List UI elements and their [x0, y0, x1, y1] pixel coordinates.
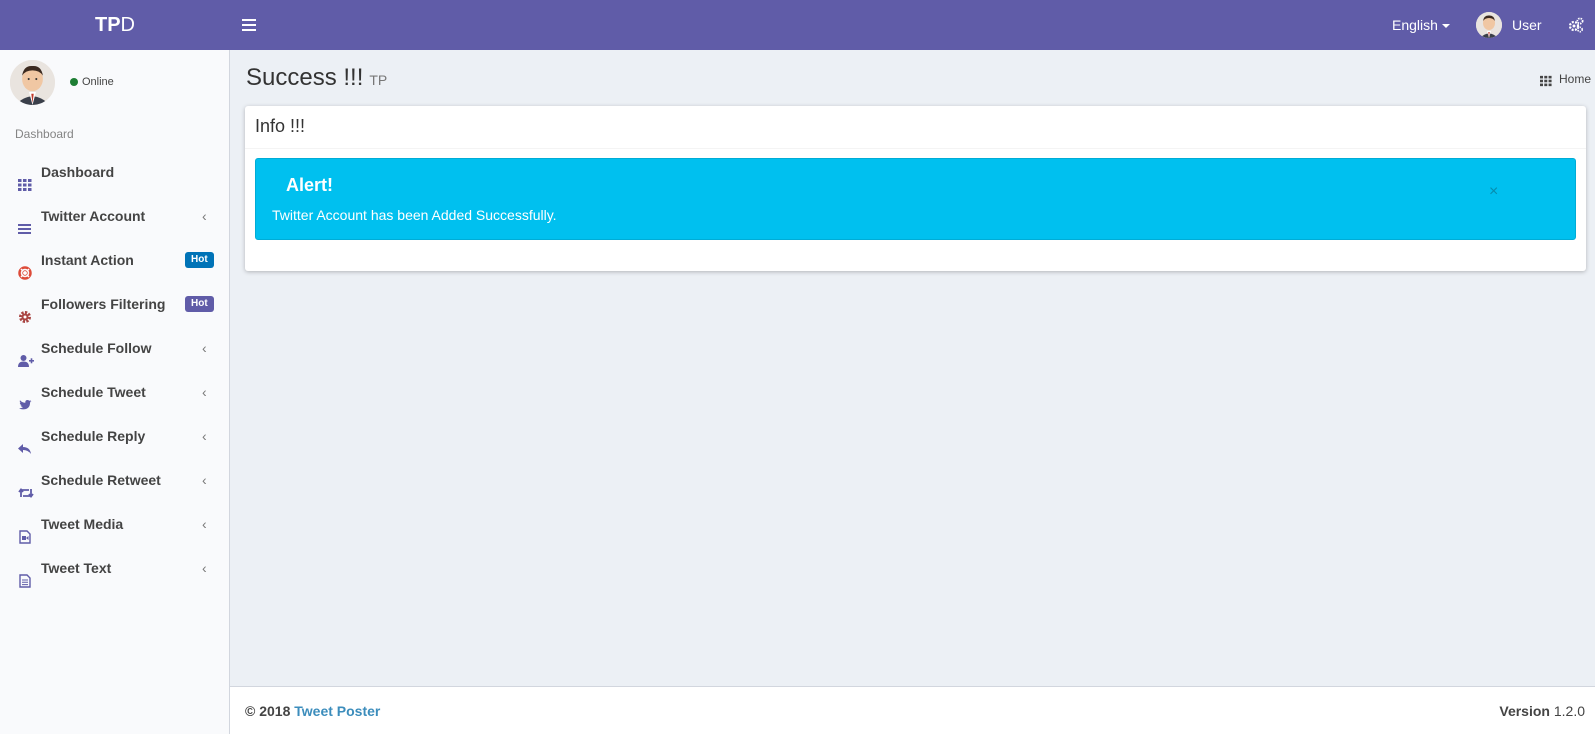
sidebar-item-label: Instant Action: [41, 252, 134, 268]
page-title: Success !!!: [246, 64, 364, 91]
user-name: User: [1512, 17, 1542, 33]
main-header: TPD English User: [0, 0, 1595, 50]
chevron-left-icon: ‹: [202, 384, 207, 400]
version-info: Version 1.2.0: [1499, 703, 1585, 719]
sidebar-item-label: Tweet Text: [41, 560, 112, 576]
brand-link[interactable]: Tweet Poster: [294, 703, 380, 719]
online-status: Online: [70, 76, 114, 88]
sidebar-item-label: Twitter Account: [41, 208, 146, 224]
version-label: Version: [1499, 703, 1550, 719]
sidebar-item-tweet-media[interactable]: Tweet Media ‹: [0, 502, 229, 546]
box-title: Info !!!: [255, 116, 306, 136]
logo[interactable]: TPD: [0, 0, 230, 50]
gear-icon: [18, 297, 32, 323]
sidebar-avatar: [10, 60, 55, 105]
online-dot-icon: [70, 78, 78, 86]
settings-gears-icon[interactable]: [1568, 17, 1584, 33]
grid-icon: [18, 165, 32, 191]
content-header: Success !!! TP: [246, 64, 387, 92]
sidebar-item-label: Schedule Follow: [41, 340, 152, 356]
sidebar-item-twitter-account[interactable]: Twitter Account ‹: [0, 194, 229, 238]
sidebar-item-instant-action[interactable]: Instant Action Hot: [0, 238, 229, 282]
dashboard-grid-icon: [1540, 74, 1552, 87]
user-avatar: [1476, 12, 1502, 38]
box-divider: [245, 148, 1586, 149]
chevron-left-icon: ‹: [202, 340, 207, 356]
language-dropdown[interactable]: English: [1392, 0, 1450, 50]
bars-icon: [18, 209, 32, 234]
logo-bold: TP: [94, 14, 121, 36]
sidebar-item-tweet-text[interactable]: Tweet Text ‹: [0, 546, 229, 590]
twitter-bird-icon: [18, 385, 32, 410]
footer: © 2018 Tweet Poster Version 1.2.0: [230, 686, 1595, 734]
sidebar-toggle-icon[interactable]: [242, 16, 256, 34]
sidebar-item-label: Tweet Media: [41, 516, 124, 532]
copyright-year: © 2018: [245, 703, 291, 719]
chevron-left-icon: ‹: [202, 516, 207, 532]
sidebar-item-followers-filtering[interactable]: Followers Filtering Hot: [0, 282, 229, 326]
caret-down-icon: [1441, 24, 1450, 29]
alert-message: Twitter Account has been Added Successfu…: [272, 207, 557, 223]
lifebuoy-icon: [18, 253, 32, 280]
reply-icon: [18, 429, 32, 454]
retweet-icon: [18, 473, 34, 498]
logo-light: D: [120, 14, 135, 36]
sidebar-item-dashboard[interactable]: Dashboard: [0, 150, 229, 194]
menu-section-header: Dashboard: [15, 127, 74, 141]
sidebar-menu: Dashboard Twitter Account ‹ Instant Acti…: [0, 150, 229, 590]
sidebar-item-schedule-retweet[interactable]: Schedule Retweet ‹: [0, 458, 229, 502]
chevron-left-icon: ‹: [202, 472, 207, 488]
copyright: © 2018 Tweet Poster: [245, 703, 380, 719]
page-subtitle: TP: [369, 72, 388, 88]
hot-badge: Hot: [185, 296, 214, 312]
sidebar-item-label: Schedule Retweet: [41, 472, 161, 488]
file-text-icon: [18, 561, 32, 588]
version-number: 1.2.0: [1553, 703, 1585, 719]
breadcrumb-home[interactable]: Home: [1559, 72, 1591, 86]
success-alert: Alert! Twitter Account has been Added Su…: [255, 158, 1576, 240]
sidebar-item-label: Schedule Tweet: [41, 384, 146, 400]
chevron-left-icon: ‹: [202, 560, 207, 576]
language-label: English: [1392, 17, 1438, 33]
chevron-left-icon: ‹: [202, 428, 207, 444]
sidebar-item-schedule-follow[interactable]: Schedule Follow ‹: [0, 326, 229, 370]
sidebar-item-schedule-tweet[interactable]: Schedule Tweet ‹: [0, 370, 229, 414]
info-box: Info !!! Alert! Twitter Account has been…: [245, 106, 1586, 271]
alert-title: Alert!: [286, 175, 334, 195]
file-media-icon: [18, 517, 32, 544]
user-plus-icon: [18, 341, 34, 367]
sidebar-item-label: Followers Filtering: [41, 296, 166, 312]
sidebar: Online Dashboard Dashboard Twitter Accou…: [0, 50, 230, 734]
sidebar-item-label: Schedule Reply: [41, 428, 146, 444]
status-label: Online: [82, 76, 114, 88]
close-icon[interactable]: ×: [1489, 183, 1498, 201]
chevron-left-icon: ‹: [202, 208, 207, 224]
hot-badge: Hot: [185, 252, 214, 268]
sidebar-item-schedule-reply[interactable]: Schedule Reply ‹: [0, 414, 229, 458]
sidebar-item-label: Dashboard: [41, 164, 115, 180]
